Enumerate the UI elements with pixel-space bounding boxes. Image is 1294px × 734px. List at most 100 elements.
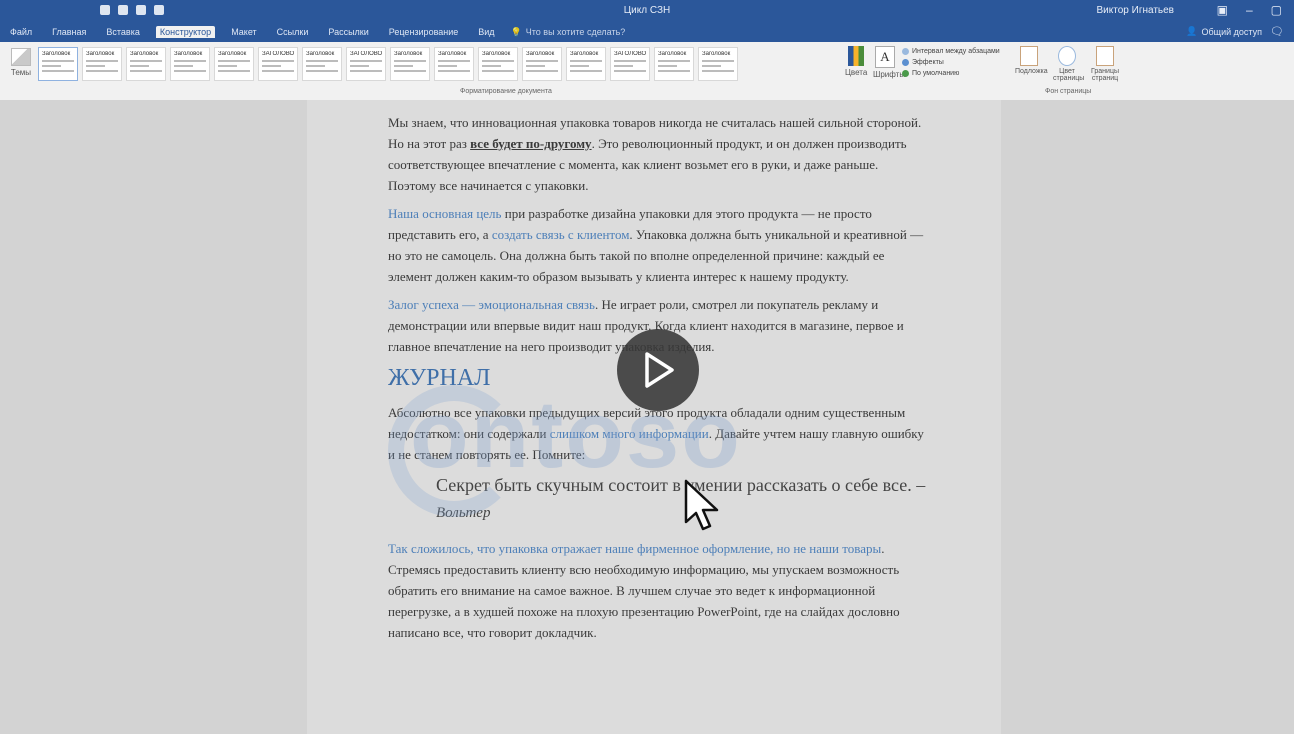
effects-button[interactable]: Эффекты: [902, 57, 1000, 68]
mouse-cursor-icon: [684, 479, 719, 531]
tab-view[interactable]: Вид: [474, 26, 498, 38]
themes-icon: [11, 48, 31, 66]
style-set-item[interactable]: Заголовок: [698, 47, 738, 81]
quote-text: Секрет быть скучным состоит в умении рас…: [436, 475, 926, 495]
style-set-title: Заголовок: [702, 51, 731, 57]
page-background-caption: Фон страницы: [1045, 88, 1092, 95]
tell-me-text: Что вы хотите сделать?: [525, 27, 626, 37]
tab-review[interactable]: Рецензирование: [385, 26, 463, 38]
check-icon: [902, 70, 909, 77]
tab-home[interactable]: Главная: [48, 26, 90, 38]
style-set-title: Заголовок: [438, 51, 467, 57]
page-background-group: Подложка Цвет страницы Границы страниц: [1015, 46, 1119, 82]
share-label: Общий доступ: [1201, 26, 1262, 37]
accent-text: создать связь с клиентом: [491, 227, 630, 242]
style-set-title: Заголовок: [526, 51, 555, 57]
page-borders-icon: [1096, 46, 1114, 66]
tab-design[interactable]: Конструктор: [155, 26, 216, 38]
tab-mailings[interactable]: Рассылки: [324, 26, 372, 38]
style-set-item[interactable]: ЗАГОЛОВОК: [258, 47, 298, 81]
quote-block[interactable]: Секрет быть скучным состоит в умении рас…: [436, 472, 928, 526]
tab-insert[interactable]: Вставка: [102, 26, 143, 38]
style-set-item[interactable]: Заголовок: [126, 47, 166, 81]
design-options: Интервал между абзацами Эффекты По умолч…: [902, 46, 1000, 79]
watermark-icon: [1020, 46, 1038, 66]
style-set-item[interactable]: Заголовок: [522, 47, 562, 81]
comments-icon[interactable]: 🗨: [1270, 25, 1284, 38]
set-default-label: По умолчанию: [912, 70, 960, 77]
palette-icon: [848, 46, 864, 66]
fonts-label: Шрифты: [873, 70, 906, 79]
colors-button[interactable]: Цвета: [845, 46, 867, 86]
page-color-icon: [1058, 46, 1076, 66]
page-borders-button[interactable]: Границы страниц: [1091, 46, 1119, 82]
style-set-item[interactable]: Заголовок: [214, 47, 254, 81]
style-set-item[interactable]: Заголовок: [434, 47, 474, 81]
paragraph-spacing-label: Интервал между абзацами: [912, 48, 1000, 55]
page-color-button[interactable]: Цвет страницы: [1053, 46, 1085, 82]
colors-label: Цвета: [845, 68, 868, 77]
document-canvas[interactable]: Мы знаем, что инновационная упаковка тов…: [0, 100, 1294, 734]
paragraph-spacing-button[interactable]: Интервал между абзацами: [902, 46, 1000, 57]
style-set-item[interactable]: Заголовок: [170, 47, 210, 81]
style-set-item[interactable]: ЗАГОЛОВОК: [610, 47, 650, 81]
style-set-title: Заголовок: [174, 51, 203, 57]
style-set-title: Заголовок: [130, 51, 159, 57]
spacing-icon: [902, 48, 909, 55]
style-set-item[interactable]: Заголовок: [302, 47, 342, 81]
paragraph-4[interactable]: Абсолютно все упаковки предыдущих версий…: [388, 402, 928, 465]
window-controls: ▣ – ▢: [1217, 3, 1282, 17]
fonts-button[interactable]: A Шрифты: [873, 46, 906, 86]
paragraph-1[interactable]: Мы знаем, что инновационная упаковка тов…: [388, 112, 928, 196]
play-button[interactable]: [617, 329, 699, 411]
style-set-item[interactable]: Заголовок: [566, 47, 606, 81]
paragraph-5[interactable]: Так сложилось, что упаковка отражает наш…: [388, 538, 928, 643]
format-group-caption: Форматирование документа: [460, 88, 552, 95]
document-page[interactable]: Мы знаем, что инновационная упаковка тов…: [307, 100, 1001, 734]
quote-author: Вольтер: [436, 505, 491, 521]
style-set-title: ЗАГОЛОВОК: [262, 51, 294, 57]
watermark-button[interactable]: Подложка: [1015, 46, 1048, 82]
style-set-title: Заголовок: [86, 51, 115, 57]
minimize-icon[interactable]: –: [1246, 3, 1253, 17]
style-set-title: Заголовок: [570, 51, 599, 57]
watermark-label: Подложка: [1015, 68, 1048, 75]
style-set-title: Заголовок: [42, 51, 71, 57]
accent-text: Наша основная цель: [388, 206, 502, 221]
themes-button[interactable]: Темы: [8, 48, 34, 82]
ribbon-design: Темы Заголовок Заголовок Заголовок Загол…: [0, 42, 1294, 101]
style-set-title: ЗАГОЛОВОК: [350, 51, 382, 57]
style-set-item[interactable]: Заголовок: [478, 47, 518, 81]
style-set-title: Заголовок: [658, 51, 687, 57]
tab-layout[interactable]: Макет: [227, 26, 260, 38]
style-set-item[interactable]: Заголовок: [390, 47, 430, 81]
play-icon: [645, 352, 674, 388]
tell-me-box[interactable]: 💡 Что вы хотите сделать?: [511, 26, 626, 38]
style-set-title: Заголовок: [306, 51, 335, 57]
paragraph-2[interactable]: Наша основная цель при разработке дизайн…: [388, 203, 928, 287]
page-color-label: Цвет страницы: [1053, 68, 1085, 82]
style-set-item[interactable]: Заголовок: [82, 47, 122, 81]
tab-file[interactable]: Файл: [6, 26, 36, 38]
accent-text: Так сложилось, что упаковка отражает наш…: [388, 541, 882, 556]
style-set-item[interactable]: Заголовок: [654, 47, 694, 81]
font-a-icon: A: [875, 46, 895, 68]
share-button[interactable]: 👤 Общий доступ: [1186, 26, 1262, 37]
title-bar: Цикл СЗН Виктор Игнатьев ▣ – ▢: [0, 0, 1294, 22]
ribbon-tabs: Файл Главная Вставка Конструктор Макет С…: [0, 22, 1294, 42]
effects-label: Эффекты: [912, 59, 944, 66]
themes-label: Темы: [10, 68, 32, 77]
user-name[interactable]: Виктор Игнатьев: [1097, 5, 1174, 16]
set-default-button[interactable]: По умолчанию: [902, 68, 1000, 79]
tab-references[interactable]: Ссылки: [273, 26, 313, 38]
style-set-title: Заголовок: [394, 51, 423, 57]
word-window: Цикл СЗН Виктор Игнатьев ▣ – ▢ Файл Глав…: [0, 0, 1294, 734]
emphasis-text: все будет по-другому: [470, 136, 592, 151]
ribbon-display-icon[interactable]: ▣: [1217, 3, 1228, 17]
style-set-title: ЗАГОЛОВОК: [614, 51, 646, 57]
maximize-icon[interactable]: ▢: [1271, 3, 1282, 17]
style-set-item[interactable]: Заголовок: [38, 47, 78, 81]
lightbulb-icon: 💡: [510, 26, 522, 37]
style-set-item[interactable]: ЗАГОЛОВОК: [346, 47, 386, 81]
style-set-gallery: Заголовок Заголовок Заголовок Заголовок …: [38, 47, 738, 81]
